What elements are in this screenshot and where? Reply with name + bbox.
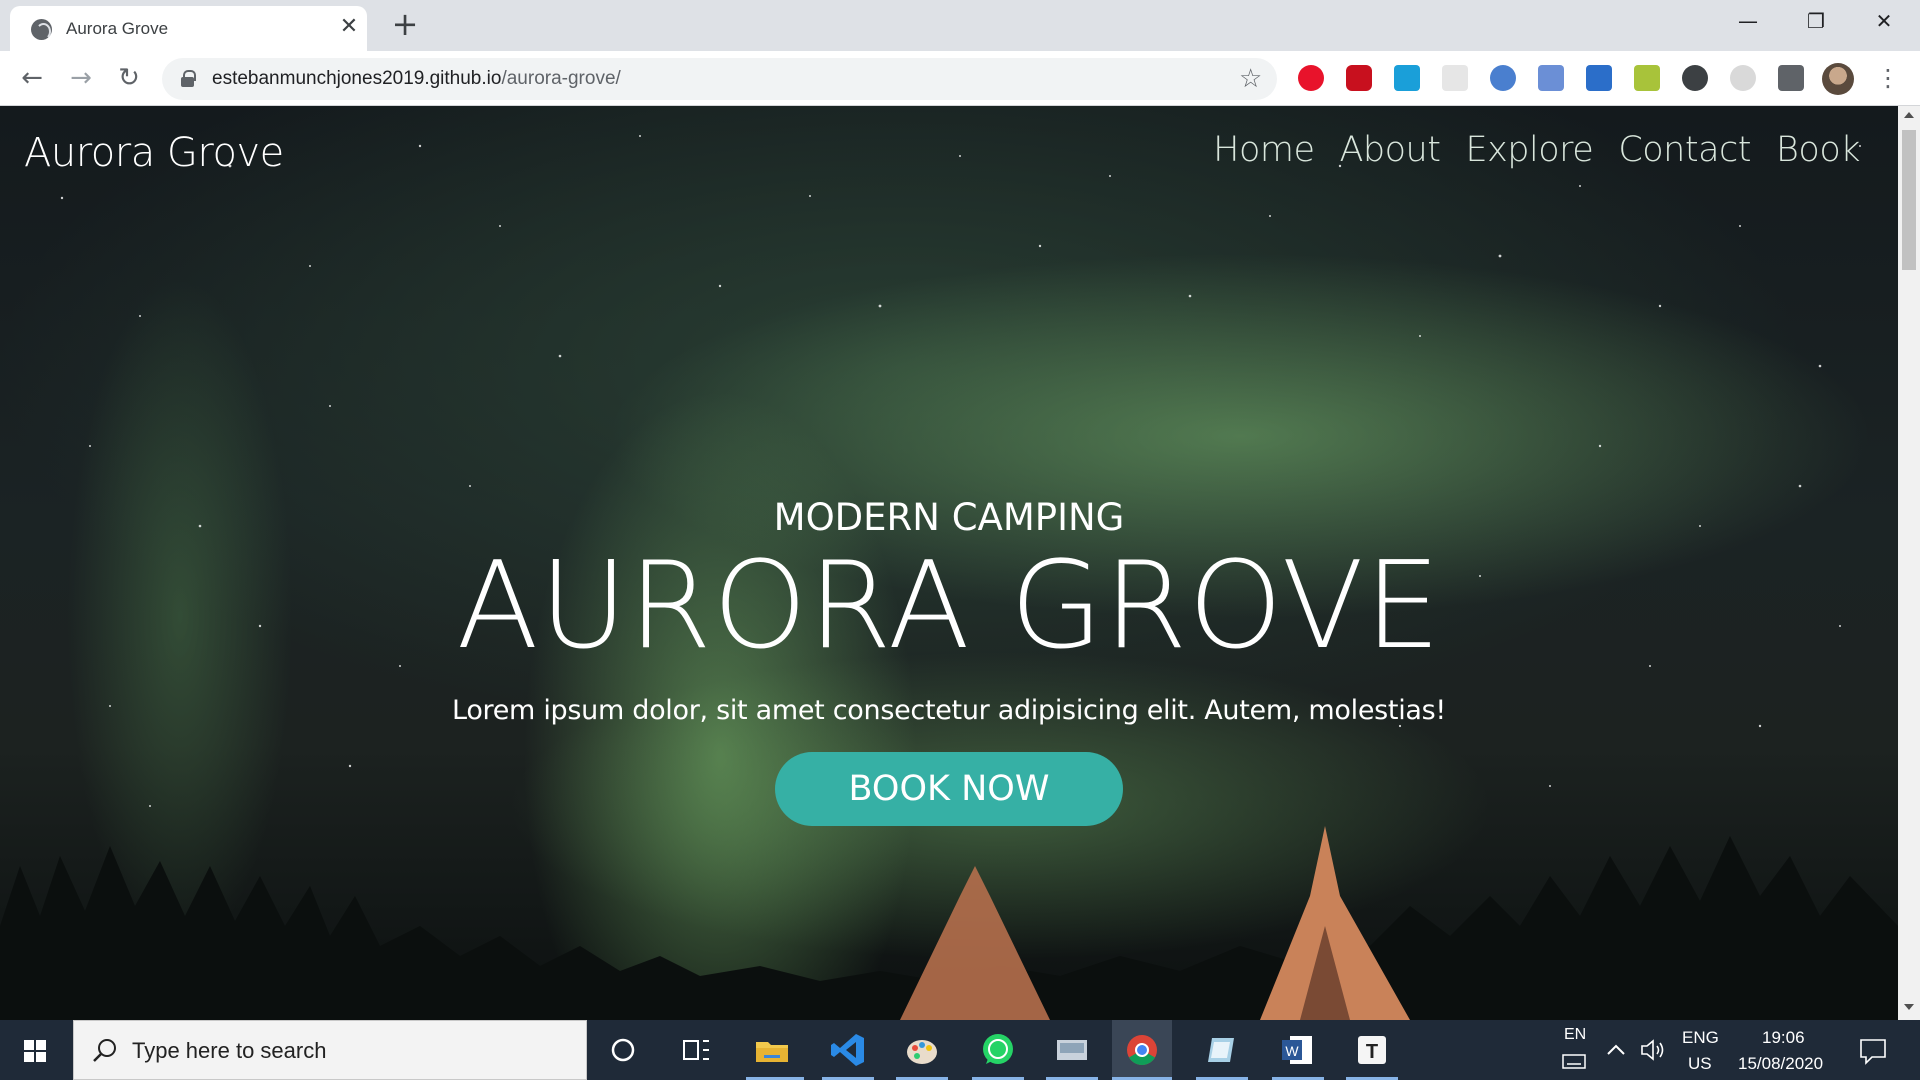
forward-arrow-icon[interactable]: → xyxy=(65,63,97,95)
bookmark-star-icon[interactable]: ☆ xyxy=(1239,64,1262,94)
nav-book[interactable]: Book xyxy=(1776,130,1861,170)
hero-description: Lorem ipsum dolor, sit amet consectetur … xyxy=(452,695,1446,726)
url-path: /aurora-grove/ xyxy=(501,68,621,89)
start-button[interactable] xyxy=(0,1020,70,1080)
extension-icon[interactable] xyxy=(1394,65,1420,91)
page-scrollbar[interactable] xyxy=(1898,106,1920,1020)
site-logo[interactable]: Aurora Grove xyxy=(24,130,284,176)
puzzle-icon[interactable] xyxy=(1778,65,1804,91)
forest-silhouette xyxy=(0,826,1898,1020)
clock-date[interactable]: 15/08/2020 xyxy=(1738,1054,1823,1074)
svg-text:W: W xyxy=(1285,1043,1299,1059)
profile-avatar[interactable] xyxy=(1822,63,1854,95)
windows-logo-icon xyxy=(24,1040,46,1062)
dark-mode-icon[interactable] xyxy=(1682,65,1708,91)
adblock-icon[interactable] xyxy=(1298,65,1324,91)
tab-title: Aurora Grove xyxy=(66,19,169,38)
nav-explore[interactable]: Explore xyxy=(1465,130,1593,170)
typora-icon[interactable]: T xyxy=(1350,1028,1394,1072)
windows-taskbar: Type here to search W T EN ENG US 19:06 … xyxy=(0,1020,1920,1080)
nav-about[interactable]: About xyxy=(1339,130,1440,170)
nav-home[interactable]: Home xyxy=(1213,130,1315,170)
input-language-short[interactable]: EN xyxy=(1564,1026,1586,1044)
word-icon[interactable]: W xyxy=(1276,1028,1320,1072)
cortana-icon[interactable] xyxy=(601,1028,645,1072)
paint-icon[interactable] xyxy=(900,1028,944,1072)
hero-section: Aurora Grove Home About Explore Contact … xyxy=(0,106,1898,1020)
extension-icon[interactable] xyxy=(1538,65,1564,91)
extension-icon[interactable] xyxy=(1490,65,1516,91)
back-arrow-icon[interactable]: ← xyxy=(16,63,48,95)
url-host: estebanmunchjones2019.github.io xyxy=(212,68,502,89)
browser-tab[interactable]: Aurora Grove ✕ xyxy=(10,6,367,51)
keyboard-icon[interactable] xyxy=(1562,1052,1586,1070)
hero-title: AURORA GROVE xyxy=(456,537,1442,676)
restore-button[interactable]: ❐ xyxy=(1792,6,1840,36)
nav-contact[interactable]: Contact xyxy=(1618,130,1751,170)
close-tab-icon[interactable]: ✕ xyxy=(337,15,361,39)
extension-icon[interactable] xyxy=(1730,65,1756,91)
extension-icon[interactable] xyxy=(1442,65,1468,91)
notepad-icon[interactable] xyxy=(1200,1028,1244,1072)
volume-icon[interactable] xyxy=(1638,1036,1666,1064)
reload-icon[interactable]: ↻ xyxy=(113,63,145,95)
globe-icon xyxy=(31,19,52,40)
minimize-button[interactable]: — xyxy=(1724,6,1772,36)
scrollbar-thumb[interactable] xyxy=(1902,130,1916,270)
scroll-up-icon[interactable] xyxy=(1904,112,1914,118)
browser-toolbar: ← → ↻ estebanmunchjones2019.github.io/au… xyxy=(0,51,1920,106)
new-tab-button[interactable]: + xyxy=(389,8,421,41)
taskbar-search[interactable]: Type here to search xyxy=(73,1020,587,1080)
abp-icon[interactable] xyxy=(1346,65,1372,91)
region-indicator[interactable]: US xyxy=(1688,1054,1712,1074)
chevron-up-icon[interactable] xyxy=(1604,1040,1628,1060)
hero-content: MODERN CAMPING AURORA GROVE Lorem ipsum … xyxy=(0,496,1898,826)
close-window-button[interactable]: ✕ xyxy=(1860,6,1908,36)
site-nav: Home About Explore Contact Book xyxy=(1213,130,1860,170)
address-bar[interactable]: estebanmunchjones2019.github.io/aurora-g… xyxy=(162,58,1277,100)
book-now-button[interactable]: BOOK NOW xyxy=(775,752,1123,826)
search-icon xyxy=(93,1039,116,1062)
search-placeholder: Type here to search xyxy=(132,1038,327,1063)
url-text[interactable]: estebanmunchjones2019.github.io/aurora-g… xyxy=(212,68,621,90)
language-indicator[interactable]: ENG xyxy=(1682,1028,1719,1048)
svg-text:T: T xyxy=(1366,1041,1378,1063)
scanner-icon[interactable] xyxy=(1050,1028,1094,1072)
lock-icon[interactable] xyxy=(181,70,196,87)
menu-dots-icon[interactable]: ⋮ xyxy=(1876,63,1900,95)
scroll-down-icon[interactable] xyxy=(1904,1004,1914,1010)
file-explorer-icon[interactable] xyxy=(750,1028,794,1072)
extension-icon[interactable] xyxy=(1634,65,1660,91)
chrome-icon[interactable] xyxy=(1120,1028,1164,1072)
vscode-icon[interactable] xyxy=(826,1028,870,1072)
browser-tab-strip: Aurora Grove ✕ + — ❐ ✕ xyxy=(0,0,1920,51)
whatsapp-icon[interactable] xyxy=(976,1028,1020,1072)
notifications-icon[interactable] xyxy=(1858,1036,1888,1066)
hero-subtitle: MODERN CAMPING xyxy=(773,496,1125,539)
clock-time[interactable]: 19:06 xyxy=(1762,1028,1805,1048)
extension-icon[interactable] xyxy=(1586,65,1612,91)
task-view-icon[interactable] xyxy=(674,1028,718,1072)
